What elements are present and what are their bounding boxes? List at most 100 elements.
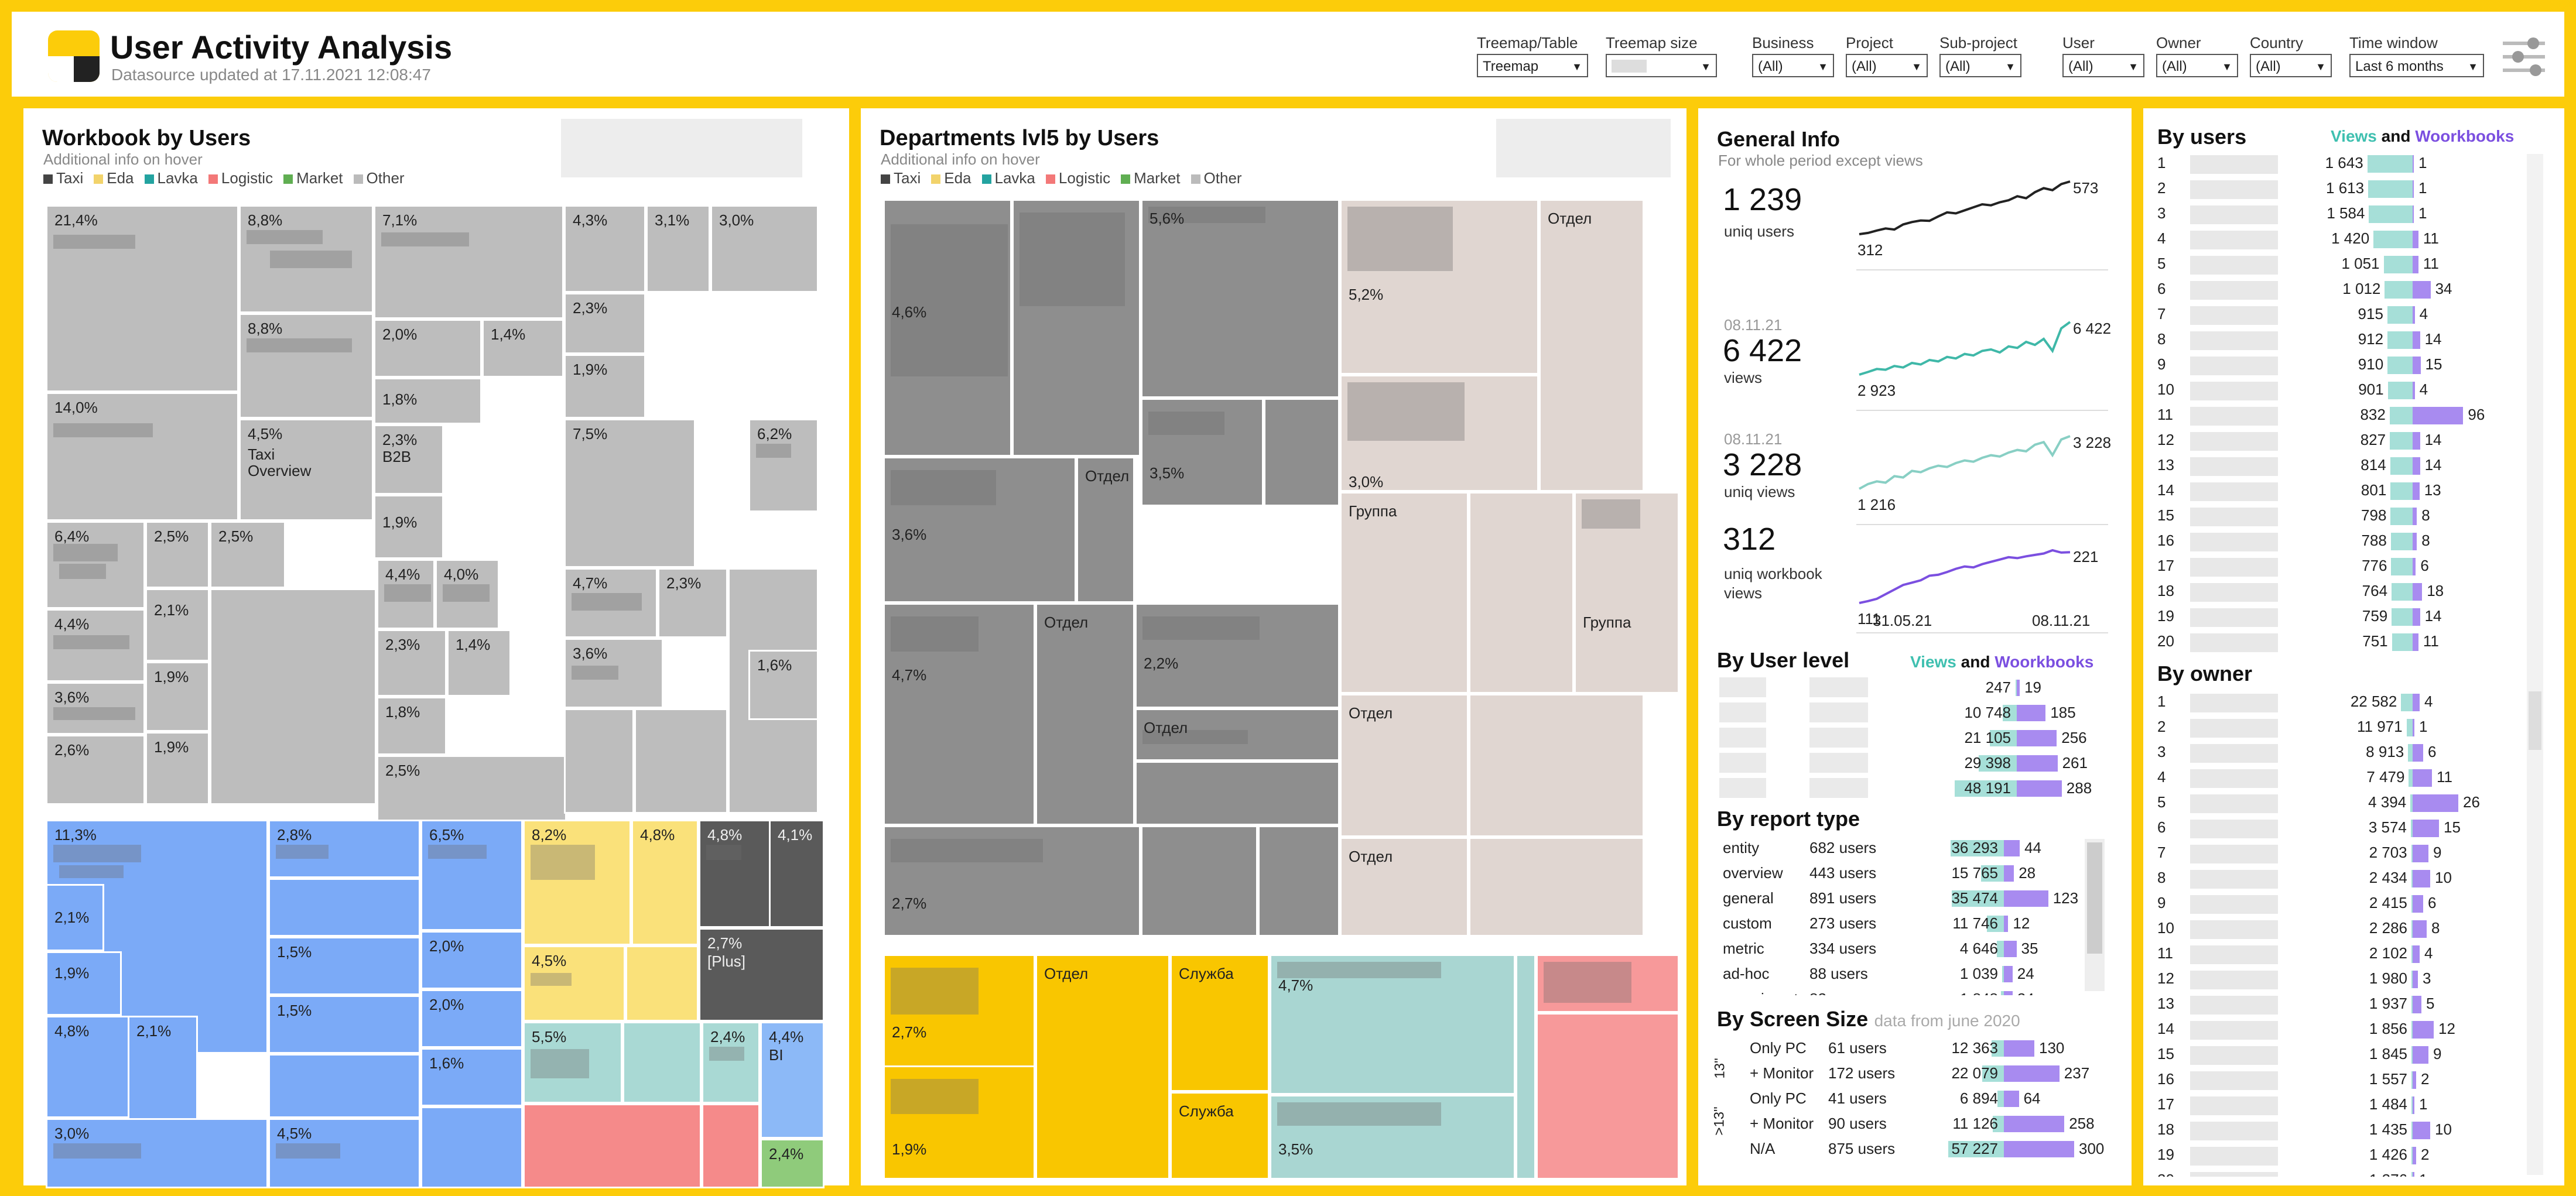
- treemap-cell[interactable]: [1469, 837, 1644, 937]
- filter-dropdown[interactable]: (All) ▼: [1939, 54, 2021, 77]
- treemap-cell[interactable]: Служба: [1170, 1092, 1270, 1180]
- treemap-cell[interactable]: 2,0%: [420, 989, 523, 1048]
- treemap-cell[interactable]: 2,4%: [702, 1022, 760, 1104]
- treemap-cell[interactable]: Отдел: [1076, 457, 1135, 603]
- treemap-cell[interactable]: 8,8%: [239, 205, 374, 313]
- treemap-cell[interactable]: [1469, 492, 1574, 694]
- treemap-cell[interactable]: 8,8%: [239, 313, 374, 419]
- by-owner-list[interactable]: 1 22 582 4 2 11 971 1 3 8 913 6 4 7 479 11 5 4 394 26 6…: [2143, 688, 2564, 1177]
- treemap-cell[interactable]: 1,9%: [145, 732, 210, 805]
- treemap-cell[interactable]: 4,6%: [883, 199, 1012, 457]
- workbook-treemap[interactable]: 21,4% 14,0% 8,8% 8,8% 4,5% Taxi Overview 7,1% 2,…: [46, 205, 854, 1188]
- treemap-cell[interactable]: 3,6%: [883, 457, 1076, 603]
- treemap-cell[interactable]: 1,6%: [748, 650, 819, 720]
- treemap-cell[interactable]: 4,1%: [769, 820, 825, 928]
- treemap-cell[interactable]: 2,0%: [374, 319, 482, 378]
- treemap-cell[interactable]: [268, 1054, 420, 1118]
- treemap-cell[interactable]: 3,6%: [46, 682, 145, 735]
- treemap-cell[interactable]: 2,1%: [128, 1016, 198, 1121]
- treemap-cell[interactable]: 8,2%: [523, 820, 631, 945]
- treemap-cell[interactable]: [1264, 398, 1340, 506]
- treemap-cell[interactable]: [1258, 825, 1340, 937]
- filter-dropdown[interactable]: (All) ▼: [1752, 54, 1834, 77]
- treemap-cell[interactable]: Отдел: [1135, 708, 1340, 761]
- treemap-cell[interactable]: 4,5% Taxi Overview: [239, 419, 374, 521]
- treemap-cell[interactable]: 7,1%: [374, 205, 564, 319]
- treemap-cell[interactable]: [1012, 199, 1141, 457]
- treemap-cell[interactable]: 1,8%: [374, 378, 482, 424]
- treemap-cell[interactable]: 1,9%: [883, 1065, 1035, 1180]
- treemap-cell[interactable]: 2,7% [Plus]: [699, 928, 825, 1022]
- treemap-cell[interactable]: 4,8%: [631, 820, 699, 945]
- treemap-cell[interactable]: 4,4% BI: [760, 1022, 825, 1139]
- treemap-cell[interactable]: 4,8%: [699, 820, 781, 928]
- treemap-cell[interactable]: 1,4%: [447, 629, 511, 697]
- treemap-cell[interactable]: 2,3%: [377, 629, 447, 697]
- filter-dropdown[interactable]: Treemap ▼: [1477, 54, 1588, 77]
- treemap-cell[interactable]: 1,9%: [564, 354, 646, 419]
- treemap-cell[interactable]: 4,4%: [377, 559, 435, 629]
- treemap-cell[interactable]: 3,5%: [1141, 398, 1264, 506]
- treemap-cell[interactable]: [1536, 954, 1679, 1013]
- treemap-cell[interactable]: 1,8%: [377, 697, 447, 755]
- treemap-cell[interactable]: 2,2%: [1135, 603, 1340, 708]
- treemap-cell[interactable]: 2,8%: [268, 820, 420, 878]
- by-users-scrollbar[interactable]: [2527, 154, 2543, 734]
- filter-dropdown[interactable]: (All) ▼: [2062, 54, 2144, 77]
- treemap-cell[interactable]: [622, 1022, 702, 1104]
- treemap-cell[interactable]: [1141, 825, 1258, 937]
- treemap-cell[interactable]: 1,5%: [268, 995, 420, 1054]
- treemap-cell[interactable]: 2,1%: [46, 884, 104, 951]
- treemap-cell[interactable]: 4,7%: [883, 603, 1035, 825]
- treemap-cell[interactable]: 4,4%: [46, 609, 145, 682]
- treemap-cell[interactable]: 5,6%: [1141, 199, 1340, 398]
- treemap-cell[interactable]: Группа: [1574, 492, 1679, 694]
- treemap-cell[interactable]: Отдел: [1340, 837, 1469, 937]
- treemap-cell[interactable]: 3,6%: [564, 638, 663, 708]
- treemap-cell[interactable]: 1,9%: [374, 495, 444, 559]
- treemap-cell[interactable]: 2,7%: [883, 825, 1141, 937]
- treemap-cell[interactable]: 1,9%: [145, 662, 210, 732]
- filter-dropdown[interactable]: (All) ▼: [2250, 54, 2332, 77]
- treemap-cell[interactable]: 3,5%: [1270, 1095, 1516, 1180]
- treemap-cell[interactable]: Служба: [1170, 954, 1270, 1092]
- treemap-cell[interactable]: Отдел: [1539, 199, 1644, 492]
- treemap-cell[interactable]: 1,9%: [46, 951, 122, 1016]
- filter-dropdown[interactable]: (All) ▼: [2156, 54, 2238, 77]
- filter-dropdown[interactable]: ▼: [1606, 54, 1717, 77]
- treemap-cell[interactable]: 3,1%: [646, 205, 710, 293]
- treemap-cell[interactable]: 4,0%: [435, 559, 500, 629]
- treemap-cell[interactable]: 4,7%: [564, 568, 658, 638]
- treemap-cell[interactable]: [625, 945, 699, 1022]
- treemap-cell[interactable]: [634, 708, 728, 814]
- treemap-cell[interactable]: [1536, 1013, 1679, 1180]
- treemap-cell[interactable]: 1,6%: [420, 1048, 523, 1106]
- treemap-cell[interactable]: [564, 708, 634, 814]
- treemap-cell[interactable]: 1,4%: [482, 319, 564, 378]
- treemap-cell[interactable]: [1516, 954, 1536, 1180]
- treemap-cell[interactable]: 4,5%: [268, 1118, 420, 1188]
- treemap-cell[interactable]: [420, 1106, 523, 1188]
- report-type-scrollbar[interactable]: [2085, 839, 2105, 991]
- treemap-cell[interactable]: Отдел: [1035, 954, 1170, 1180]
- treemap-cell[interactable]: 6,5%: [420, 820, 523, 931]
- by-owner-scrollbar[interactable]: [2527, 689, 2543, 1175]
- settings-sliders-icon[interactable]: [2500, 36, 2547, 77]
- treemap-cell[interactable]: 1,5%: [268, 937, 420, 995]
- treemap-cell[interactable]: 6,2%: [748, 419, 819, 512]
- filter-dropdown[interactable]: (All) ▼: [1846, 54, 1928, 77]
- treemap-cell[interactable]: 21,4%: [46, 205, 239, 392]
- treemap-cell[interactable]: 6,4%: [46, 521, 145, 609]
- treemap-cell[interactable]: 4,3%: [564, 205, 646, 293]
- treemap-cell[interactable]: 5,2%: [1340, 199, 1539, 375]
- treemap-cell[interactable]: 5,5%: [523, 1022, 622, 1104]
- treemap-cell[interactable]: 2,3% B2B: [374, 424, 444, 495]
- treemap-cell[interactable]: Отдел: [1035, 603, 1135, 825]
- treemap-cell[interactable]: 14,0%: [46, 392, 239, 521]
- treemap-cell[interactable]: Отдел: [1340, 694, 1469, 837]
- treemap-cell[interactable]: 2,3%: [564, 293, 646, 354]
- treemap-cell[interactable]: [210, 588, 377, 805]
- treemap-cell[interactable]: 3,0%: [46, 1118, 268, 1188]
- report-type-list[interactable]: entity 682 users 36 293 44 overview 443 users…: [1698, 834, 2132, 995]
- treemap-cell[interactable]: 3,0%: [1340, 375, 1539, 492]
